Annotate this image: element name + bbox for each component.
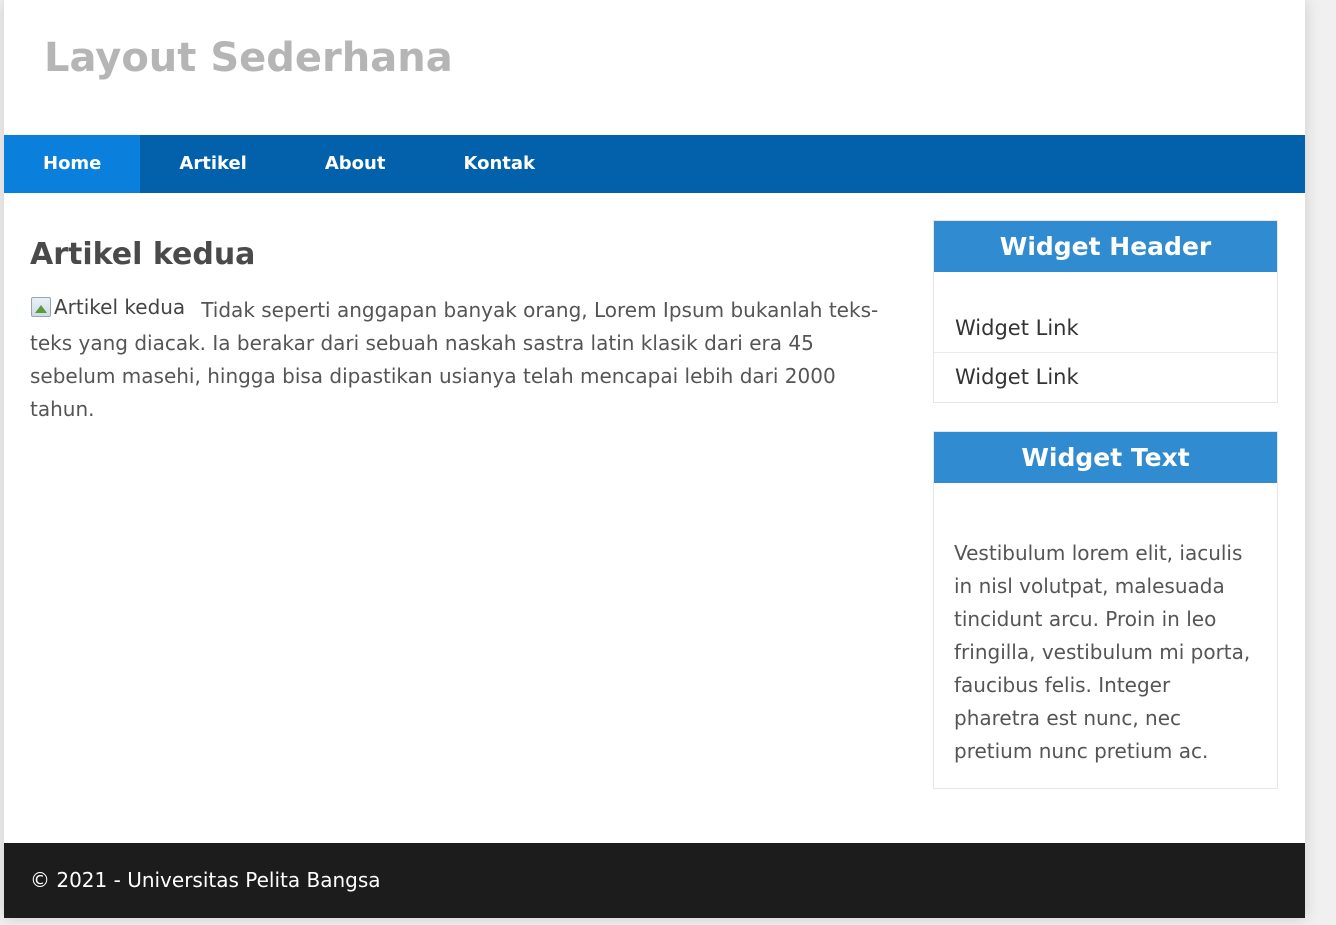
widget-links-header: Widget Header xyxy=(934,221,1277,272)
site-header: Layout Sederhana xyxy=(4,0,1305,135)
main-nav: Home Artikel About Kontak xyxy=(4,135,1305,193)
article-image-alt: Artikel kedua xyxy=(54,295,186,319)
nav-item-artikel[interactable]: Artikel xyxy=(140,135,285,193)
widget-text-body: Vestibulum lorem elit, iaculis in nisl v… xyxy=(954,541,1251,763)
article-body: Artikel kedua Tidak seperti anggapan ban… xyxy=(30,294,890,426)
broken-image-icon xyxy=(31,297,51,317)
nav-item-home[interactable]: Home xyxy=(4,135,141,193)
footer-copyright: © 2021 - Universitas Pelita Bangsa xyxy=(30,868,381,892)
widget-link[interactable]: Widget Link xyxy=(934,304,1277,353)
article-image: Artikel kedua xyxy=(30,294,185,320)
article-title: Artikel kedua xyxy=(30,237,256,272)
widget-text-header: Widget Text xyxy=(934,432,1277,483)
widget-link[interactable]: Widget Link xyxy=(934,353,1277,402)
widget-links-list: Widget Link Widget Link xyxy=(934,272,1277,402)
content-wrap: Artikel kedua Artikel kedua Tidak sepert… xyxy=(4,193,1305,843)
widget-links: Widget Header Widget Link Widget Link xyxy=(933,220,1278,403)
main-content: Artikel kedua Artikel kedua Tidak sepert… xyxy=(30,237,890,426)
nav-item-kontak[interactable]: Kontak xyxy=(424,135,574,193)
site-footer: © 2021 - Universitas Pelita Bangsa xyxy=(4,843,1305,918)
nav-item-about[interactable]: About xyxy=(286,135,425,193)
widget-text: Widget Text Vestibulum lorem elit, iacul… xyxy=(933,431,1278,789)
page-container: Layout Sederhana Home Artikel About Kont… xyxy=(4,0,1305,918)
site-title: Layout Sederhana xyxy=(44,35,453,81)
sidebar: Widget Header Widget Link Widget Link Wi… xyxy=(933,220,1278,817)
